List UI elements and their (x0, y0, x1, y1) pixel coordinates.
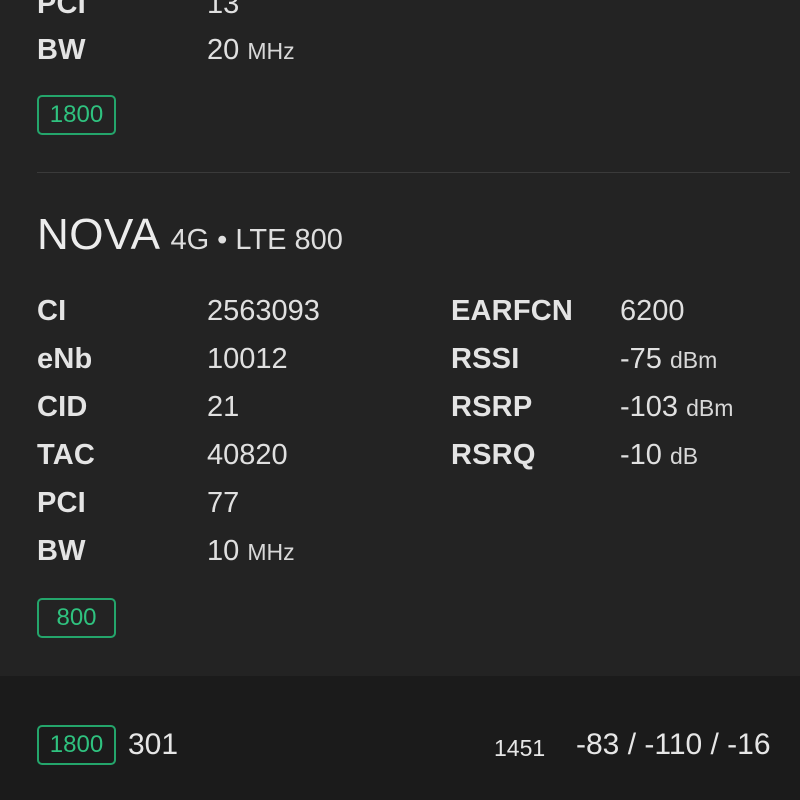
band-badge: 800 (37, 598, 116, 638)
row-value-tac: 40820 (207, 439, 288, 472)
row-value-rsrq: -10 dB (620, 439, 698, 472)
band-badge: 1800 (37, 95, 116, 135)
value-number: 21 (207, 391, 240, 423)
row-label-ci: CI (37, 295, 67, 327)
row-label-enb: eNb (37, 343, 93, 375)
row-value-cid: 21 (207, 391, 239, 424)
cell-title: NOVA 4G • LTE 800 (37, 210, 343, 260)
row-value-pci: 13 (207, 0, 239, 21)
value-unit: dBm (669, 347, 718, 373)
row-label-pci: PCI (37, 0, 86, 20)
value-number: -75 (620, 343, 662, 375)
value-number: -103 (620, 391, 679, 423)
row-value-rsrp: -103 dBm (620, 391, 733, 424)
value-number: 77 (207, 487, 240, 519)
neighbor-cell-bar[interactable]: 1800 301 1451 -83 / -110 / -16 (0, 676, 800, 800)
value-number: 2563093 (207, 295, 320, 327)
row-value-earfcn: 6200 (620, 295, 685, 328)
value-number: 10012 (207, 343, 288, 375)
row-label-bw: BW (37, 535, 86, 567)
value-unit: MHz (247, 539, 295, 565)
row-label-bw: BW (37, 34, 86, 66)
neighbor-signal: -83 / -110 / -16 (576, 728, 771, 761)
neighbor-earfcn: 1451 (494, 735, 546, 761)
row-label-rssi: RSSI (451, 343, 520, 375)
value-number: 40820 (207, 439, 288, 471)
value-number: -10 (620, 439, 662, 471)
row-label-cid: CID (37, 391, 88, 423)
value-unit: MHz (247, 38, 295, 64)
row-value-enb: 10012 (207, 343, 288, 376)
neighbor-pci: 301 (128, 728, 179, 761)
value-number: 13 (207, 0, 240, 20)
value-unit: dB (669, 443, 699, 469)
operator-name: NOVA (37, 210, 161, 259)
row-label-earfcn: EARFCN (451, 295, 574, 327)
row-label-rsrq: RSRQ (451, 439, 536, 471)
row-value-bw: 10 MHz (207, 535, 295, 568)
technology-label: 4G • LTE 800 (170, 224, 343, 256)
value-unit: dBm (686, 395, 734, 421)
cell-info-screen: PCI 13 BW 20 MHz 1800 NOVA 4G • LTE 800 C… (0, 0, 800, 800)
row-label-rsrp: RSRP (451, 391, 533, 423)
value-number: 6200 (620, 295, 685, 327)
row-label-pci: PCI (37, 487, 86, 519)
row-value-rssi: -75 dBm (620, 343, 717, 376)
neighbor-band-badge: 1800 (37, 725, 116, 765)
row-value-bw: 20 MHz (207, 34, 295, 67)
row-value-ci: 2563093 (207, 295, 320, 328)
value-number: 20 (207, 34, 240, 66)
row-label-tac: TAC (37, 439, 96, 471)
row-value-pci: 77 (207, 487, 239, 520)
value-number: 10 (207, 535, 240, 567)
previous-cell-card[interactable]: PCI 13 BW 20 MHz 1800 (0, 0, 800, 172)
